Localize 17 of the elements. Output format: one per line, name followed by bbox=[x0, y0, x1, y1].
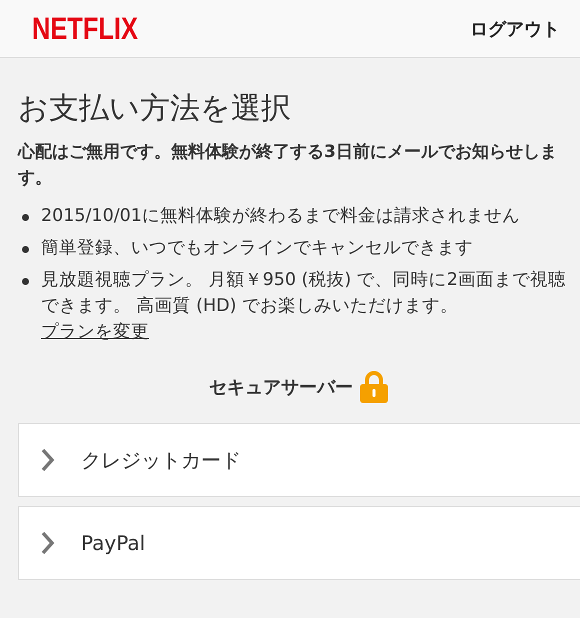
lock-icon bbox=[359, 371, 389, 403]
notice-text: 心配はご無用です。無料体験が終了する3日前にメールでお知らせします。 bbox=[18, 141, 558, 190]
logo[interactable]: NETFLIX bbox=[32, 10, 138, 46]
payment-option[interactable]: PayPal bbox=[18, 506, 580, 580]
page-title: お支払い方法を選択 bbox=[18, 90, 292, 128]
secure-server-label: セキュアサーバー bbox=[209, 376, 353, 399]
payment-option[interactable]: クレジットカード bbox=[18, 423, 580, 497]
logout-link[interactable]: ログアウト bbox=[470, 16, 560, 40]
bullet-icon bbox=[22, 278, 29, 285]
bullet-icon bbox=[22, 214, 29, 221]
chevron-icon bbox=[41, 531, 55, 555]
change-plan-link[interactable]: プランを変更 bbox=[41, 319, 149, 345]
bullet-text: 簡単登録、いつでもオンラインでキャンセルできます bbox=[41, 237, 473, 260]
bullet-icon bbox=[22, 246, 29, 253]
bullet-text: 2015/10/01に無料体験が終わるまで料金は請求されません bbox=[41, 205, 520, 228]
bullet-text: 見放題視聴プラン。 月額￥950 (税抜) で、同時に2画面まで視聴できます。 高画質 (HD) でお楽しみいただけます。 bbox=[41, 269, 567, 318]
chevron-icon bbox=[41, 448, 55, 472]
